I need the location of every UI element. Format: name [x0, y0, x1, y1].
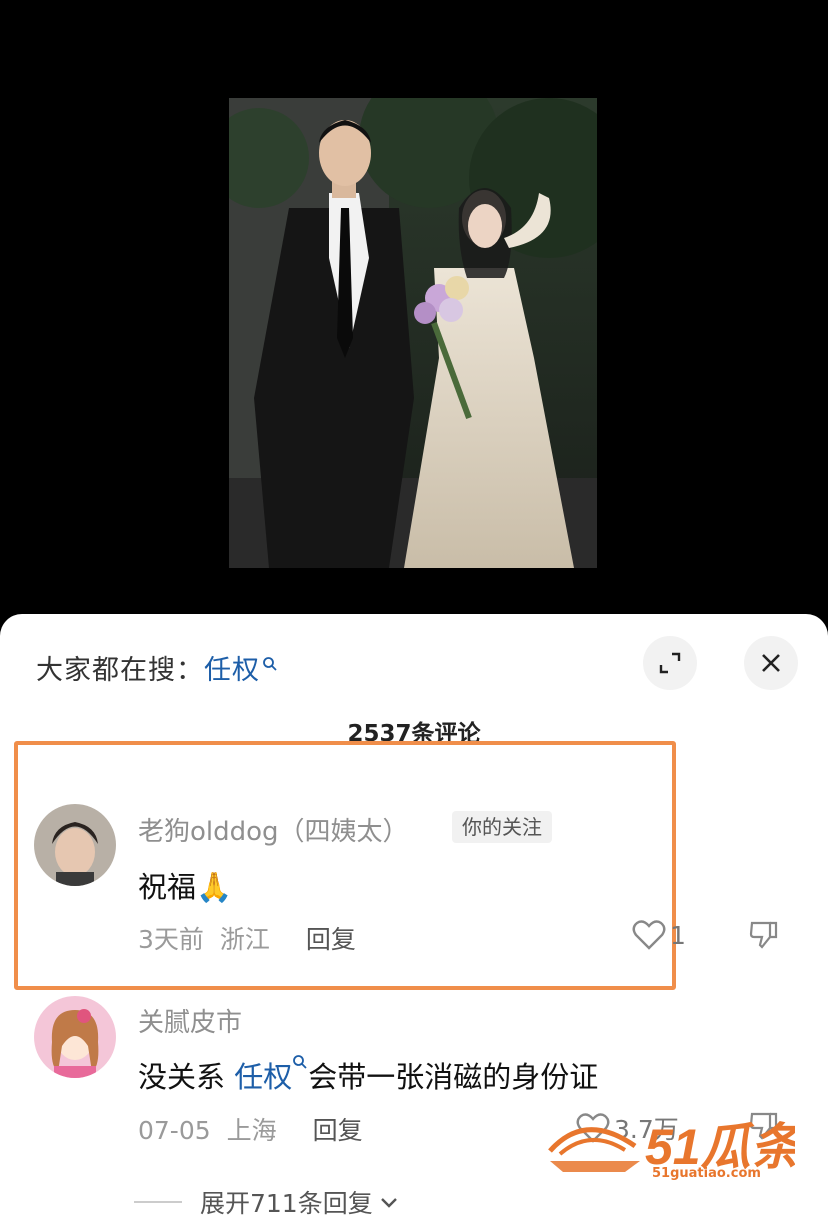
- search-prefix: 大家都在搜：: [36, 655, 204, 686]
- comment-location: 上海: [226, 1116, 277, 1145]
- trending-search[interactable]: 大家都在搜：任权: [36, 648, 278, 687]
- chevron-down-icon: [380, 1198, 397, 1208]
- comment-text: 祝福🙏: [138, 870, 233, 904]
- close-icon: [762, 654, 780, 672]
- wedding-photo: [229, 98, 597, 568]
- comment-meta: 3天前 浙江 回复: [138, 920, 356, 956]
- comment-text-part: 没关系: [138, 1060, 235, 1094]
- heart-icon: [632, 920, 666, 950]
- comment-time: 3天前: [138, 925, 204, 954]
- comment-location: 浙江: [219, 925, 270, 954]
- reply-button[interactable]: 回复: [313, 1116, 363, 1145]
- like-count: 1: [670, 920, 686, 950]
- comment-text: 没关系 任权 会带一张消磁的身份证: [138, 1054, 598, 1096]
- comment-text-part: 会带一张消磁的身份证: [308, 1060, 599, 1094]
- avatar[interactable]: [34, 996, 116, 1078]
- username[interactable]: 老狗olddog（四姨太）: [138, 811, 409, 848]
- comment-time: 07-05: [138, 1116, 211, 1145]
- expand-replies-button[interactable]: 展开711条回复: [134, 1184, 401, 1220]
- watermark-url: 51guatiao.com: [652, 1166, 761, 1181]
- username[interactable]: 关腻皮市: [138, 1002, 242, 1039]
- dislike-button[interactable]: [748, 919, 780, 955]
- expand-icon: [659, 652, 681, 674]
- video-area[interactable]: [0, 0, 828, 640]
- close-button[interactable]: [744, 636, 798, 690]
- avatar[interactable]: [34, 804, 116, 886]
- keyword-link[interactable]: 任权: [234, 1060, 292, 1094]
- follow-tag: 你的关注: [452, 811, 552, 843]
- comment-meta: 07-05 上海 回复: [138, 1111, 363, 1147]
- like-button[interactable]: 1: [632, 919, 686, 951]
- expand-replies-label: 展开711条回复: [200, 1189, 373, 1218]
- search-icon: [262, 648, 278, 679]
- reply-button[interactable]: 回复: [306, 925, 356, 954]
- thumb-down-icon: [749, 921, 778, 949]
- expand-button[interactable]: [643, 636, 697, 690]
- divider: [134, 1201, 182, 1203]
- search-keyword[interactable]: 任权: [204, 655, 260, 686]
- search-icon: [292, 1055, 308, 1094]
